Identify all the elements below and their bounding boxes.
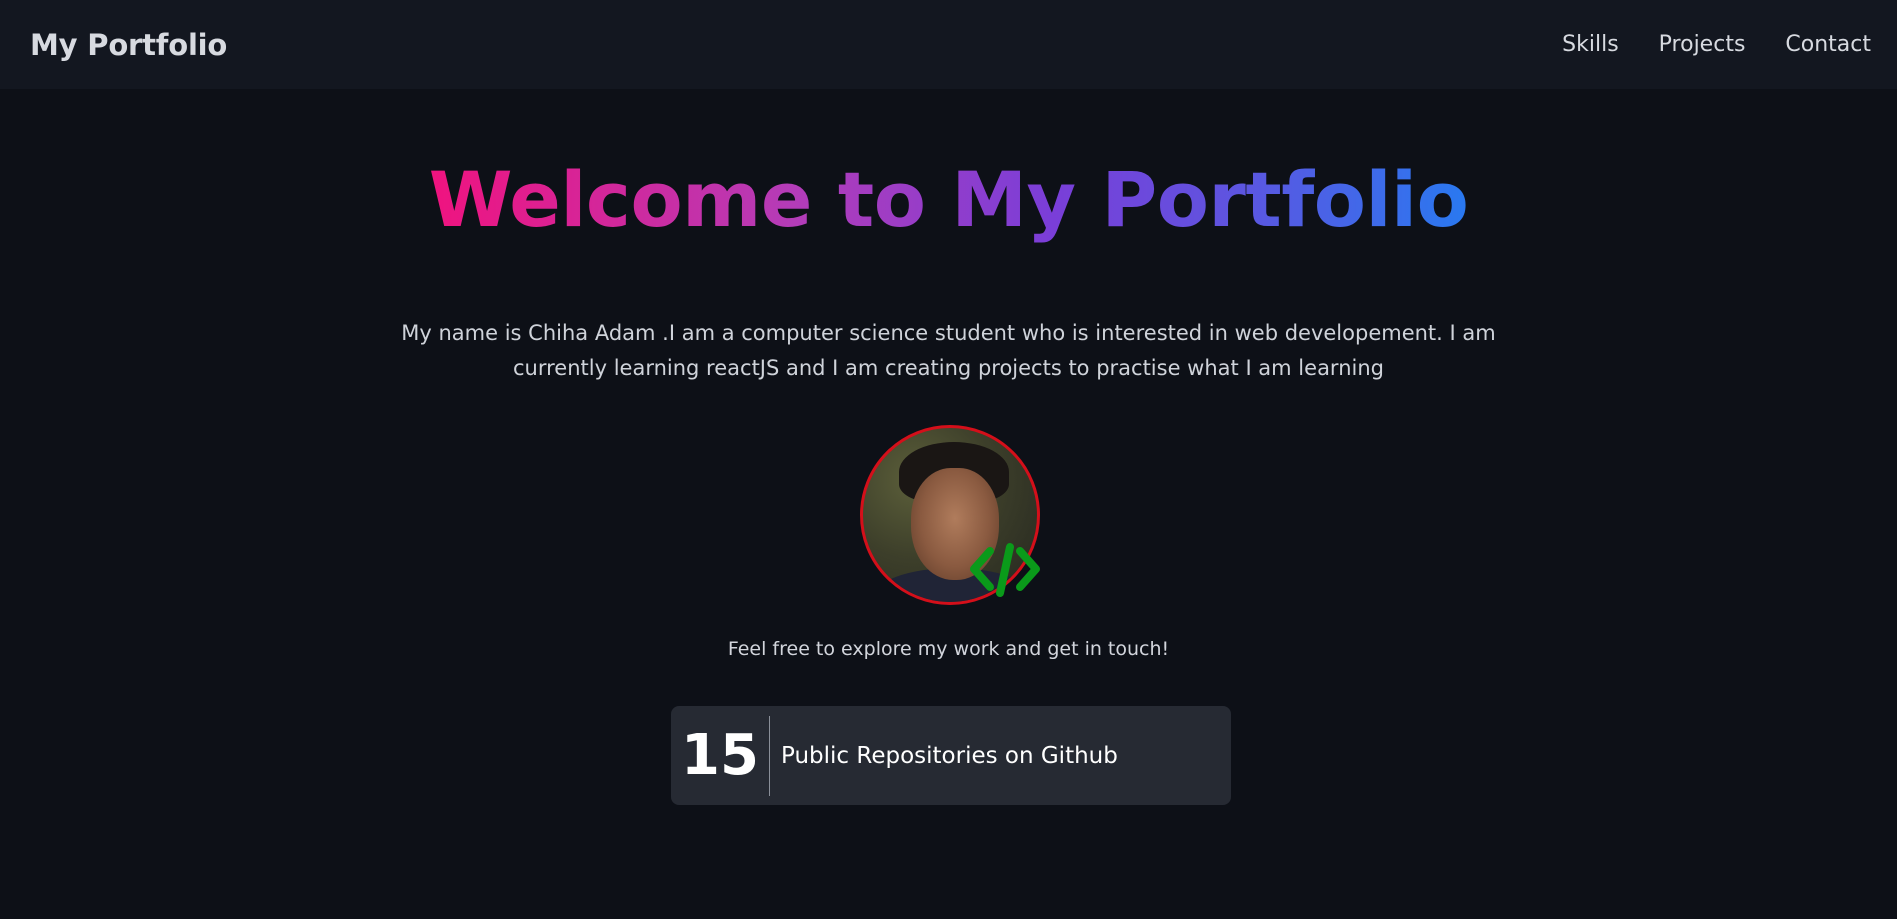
nav-link-projects[interactable]: Projects [1659,32,1746,57]
intro-paragraph: My name is Chiha Adam .I am a computer s… [401,321,1496,380]
brand-logo[interactable]: My Portfolio [30,28,227,62]
navbar: My Portfolio Skills Projects Contact [0,0,1897,89]
hero-title-text: Welcome to My Portfolio [428,155,1469,244]
code-icon [970,543,1040,597]
repo-count: 15 [681,723,759,788]
nav-link-skills[interactable]: Skills [1562,32,1619,57]
repo-label: Public Repositories on Github [781,742,1118,769]
hero-title: Welcome to My Portfolio [0,158,1897,242]
nav-link-contact[interactable]: Contact [1785,32,1871,57]
tagline: Feel free to explore my work and get in … [727,638,1170,660]
github-repo-card[interactable]: 15 Public Repositories on Github [671,706,1231,805]
nav-links: Skills Projects Contact [1562,32,1871,57]
